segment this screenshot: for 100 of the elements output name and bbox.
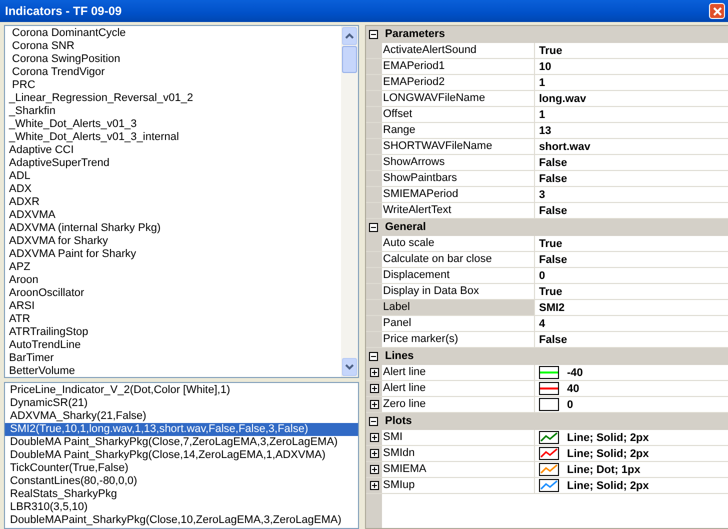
property-name[interactable]: SHORTWAVFileName <box>382 139 535 154</box>
property-name[interactable]: LONGWAVFileName <box>382 91 535 106</box>
expand-icon[interactable] <box>370 384 378 393</box>
applied-indicator-item[interactable]: ADXVMA_Sharky(21,False) <box>5 410 358 423</box>
indicator-item[interactable]: BarTimer <box>5 352 341 365</box>
property-name[interactable]: Label <box>382 300 535 315</box>
property-value[interactable]: -40 <box>567 366 583 378</box>
property-value[interactable]: True <box>539 238 562 250</box>
property-value[interactable]: Line; Solid; 2px <box>567 448 649 460</box>
property-name[interactable]: Displacement <box>382 268 535 283</box>
close-button[interactable] <box>709 3 725 19</box>
property-name[interactable]: Alert line <box>382 365 535 380</box>
indicator-item[interactable]: AroonOscillator <box>5 287 341 300</box>
indicator-item[interactable]: AutoTrendLine <box>5 339 341 352</box>
indicator-item[interactable]: BetterVolume <box>5 365 341 378</box>
indicator-item[interactable]: APZ <box>5 261 341 274</box>
property-name[interactable]: Auto scale <box>382 236 535 251</box>
property-value[interactable]: False <box>539 334 568 346</box>
indicator-item[interactable]: ARSI <box>5 300 341 313</box>
property-value[interactable]: SMI2 <box>539 302 565 314</box>
indicator-item[interactable]: _Linear_Regression_Reversal_v01_2 <box>5 92 341 105</box>
applied-indicator-item[interactable]: SMI2(True,10,1,long.wav,1,13,short.wav,False,False,3,False) <box>5 423 358 436</box>
collapse-icon[interactable] <box>369 222 378 232</box>
property-name[interactable]: EMAPeriod1 <box>382 59 535 74</box>
applied-indicator-item[interactable]: ConstantLines(80,-80,0,0) <box>5 475 358 488</box>
applied-indicator-item[interactable]: DoubleMA Paint_SharkyPkg(Close,7,ZeroLagEMA,3,ZeroLagEMA) <box>5 436 358 449</box>
applied-indicator-item[interactable]: DoubleMAPaint_SharkyPkg(Close,10,ZeroLagEMA,3,ZeroLagEMA) <box>5 514 358 527</box>
indicator-item[interactable]: ATRTrailingStop <box>5 326 341 339</box>
indicator-item[interactable]: Aroon <box>5 274 341 287</box>
property-name[interactable]: SMI <box>382 430 535 445</box>
property-name[interactable]: EMAPeriod2 <box>382 75 535 90</box>
property-value[interactable]: 13 <box>539 124 552 136</box>
collapse-icon[interactable] <box>369 416 378 426</box>
property-value[interactable]: 10 <box>539 60 552 72</box>
property-value[interactable]: 4 <box>539 318 546 330</box>
indicator-item[interactable]: AdaptiveSuperTrend <box>5 157 341 170</box>
indicator-item[interactable]: Adaptive CCI <box>5 144 341 157</box>
applied-indicator-item[interactable]: DynamicSR(21) <box>5 397 358 410</box>
property-value[interactable]: Line; Solid; 2px <box>567 480 649 492</box>
property-name[interactable]: ShowPaintbars <box>382 171 535 186</box>
property-name[interactable]: SMIdn <box>382 446 535 461</box>
property-name[interactable]: ActivateAlertSound <box>382 43 535 58</box>
property-name[interactable]: Zero line <box>382 397 535 412</box>
applied-indicator-item[interactable]: TickCounter(True,False) <box>5 462 358 475</box>
applied-indicator-item[interactable]: LBR310(3,5,10) <box>5 501 358 514</box>
expand-icon[interactable] <box>370 449 378 458</box>
indicator-item[interactable]: ADX <box>5 183 341 196</box>
applied-indicator-item[interactable]: PriceLine_Indicator_V_2(Dot,Color [White],1) <box>5 384 358 397</box>
property-value[interactable]: False <box>539 156 568 168</box>
property-name[interactable]: Calculate on bar close <box>382 252 535 267</box>
indicator-item[interactable]: ADXVMA Paint for Sharky <box>5 248 341 261</box>
property-name[interactable]: ShowArrows <box>382 155 535 170</box>
expand-icon[interactable] <box>370 481 378 490</box>
collapse-icon[interactable] <box>369 352 378 360</box>
property-value[interactable]: 1 <box>539 108 546 120</box>
indicator-item[interactable]: ADL <box>5 170 341 183</box>
property-name[interactable]: SMIup <box>382 478 535 493</box>
indicator-item[interactable]: _White_Dot_Alerts_v01_3_internal <box>5 131 341 144</box>
indicator-item[interactable]: ADXR <box>5 196 341 209</box>
property-value[interactable]: 3 <box>539 188 546 200</box>
applied-indicator-item[interactable]: RealStats_SharkyPkg <box>5 488 358 501</box>
property-value[interactable]: short.wav <box>539 140 590 152</box>
applied-indicator-item[interactable]: DoubleMA Paint_SharkyPkg(Close,14,ZeroLagEMA,1,ADXVMA) <box>5 449 358 462</box>
indicator-item[interactable]: _Sharkfin <box>5 105 341 118</box>
property-value[interactable]: 1 <box>539 76 546 88</box>
property-value[interactable]: True <box>539 44 562 56</box>
expand-icon[interactable] <box>370 433 378 442</box>
indicator-item[interactable]: ADXVMA (internal Sharky Pkg) <box>5 222 341 235</box>
property-value[interactable]: True <box>539 286 562 298</box>
indicator-item[interactable]: ADXVMA for Sharky <box>5 235 341 248</box>
property-value[interactable]: False <box>539 172 568 184</box>
property-value[interactable]: Line; Dot; 1px <box>567 464 640 476</box>
property-value[interactable]: long.wav <box>539 92 586 104</box>
scroll-down-button[interactable] <box>342 358 357 376</box>
property-name[interactable]: WriteAlertText <box>382 203 535 218</box>
property-value[interactable]: Line; Solid; 2px <box>567 432 649 444</box>
property-value[interactable]: 40 <box>567 382 580 394</box>
indicator-item[interactable]: Corona SNR <box>5 40 341 53</box>
property-name[interactable]: Price marker(s) <box>382 332 535 347</box>
collapse-icon[interactable] <box>369 30 378 38</box>
property-name[interactable]: Range <box>382 123 535 138</box>
indicator-item[interactable]: ATR <box>5 313 341 326</box>
indicator-item[interactable]: Corona TrendVigor <box>5 66 341 79</box>
indicator-item[interactable]: Corona DominantCycle <box>5 27 341 40</box>
property-name[interactable]: Offset <box>382 107 535 122</box>
expand-icon[interactable] <box>370 368 378 377</box>
expand-icon[interactable] <box>370 400 378 409</box>
expand-icon[interactable] <box>370 465 378 474</box>
indicator-item[interactable]: ADXVMA <box>5 209 341 222</box>
property-value[interactable]: False <box>539 204 568 216</box>
property-name[interactable]: Panel <box>382 316 535 331</box>
scroll-thumb[interactable] <box>342 46 357 73</box>
indicator-item[interactable]: PRC <box>5 79 341 92</box>
scrollbar[interactable] <box>341 26 358 377</box>
property-value[interactable]: False <box>539 254 568 266</box>
indicator-item[interactable]: Corona SwingPosition <box>5 53 341 66</box>
property-name[interactable]: SMIEMAPeriod <box>382 187 535 202</box>
property-value[interactable]: 0 <box>539 270 546 282</box>
property-name[interactable]: SMIEMA <box>382 462 535 477</box>
property-name[interactable]: Display in Data Box <box>382 284 535 299</box>
